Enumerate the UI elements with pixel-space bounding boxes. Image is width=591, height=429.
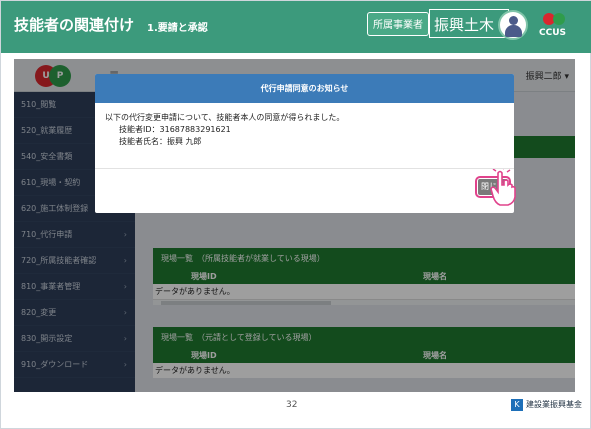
org-name: 振興土木 (429, 9, 509, 38)
dialog-body: 以下の代行変更申請について、技能者本人の同意が得られました。 技能者ID：316… (95, 103, 514, 148)
slide-title: 技能者の関連付け (14, 16, 135, 34)
dialog-message: 以下の代行変更申請について、技能者本人の同意が得られました。 (105, 113, 345, 122)
dialog-title: 代行申請同意のお知らせ (95, 74, 514, 103)
foundation-logo-icon: K (511, 399, 523, 411)
slide-subtitle: 1.要請と承認 (147, 23, 208, 34)
worker-id: 技能者ID：31687883291621 (119, 125, 231, 134)
dialog-footer: 閉じる (95, 168, 514, 213)
foundation-name: 建設業振興基金 (526, 400, 582, 409)
page-number: 32 (286, 400, 298, 410)
ccus-logo-text: CCUS (539, 28, 566, 38)
worker-name: 技能者氏名：振興 九郎 (119, 137, 202, 146)
app-screenshot: UP ≡ 振興二郎 ▾ 510_閲覧 520_就業履歴 540_安全書類 610… (14, 59, 575, 392)
slide-footer: 32 K 建設業振興基金 (1, 394, 591, 420)
role-badge: 所属事業者 (367, 12, 429, 36)
pointer-hand-icon (490, 169, 516, 206)
notice-dialog: 代行申請同意のお知らせ 以下の代行変更申請について、技能者本人の同意が得られまし… (95, 74, 514, 213)
person-icon (498, 10, 528, 40)
slide: 技能者の関連付け 1.要請と承認 所属事業者 振興土木 CCUS UP ≡ 振興… (0, 0, 591, 429)
slide-header: 技能者の関連付け 1.要請と承認 所属事業者 振興土木 CCUS (1, 1, 591, 53)
ccus-logo: CCUS (539, 10, 579, 46)
